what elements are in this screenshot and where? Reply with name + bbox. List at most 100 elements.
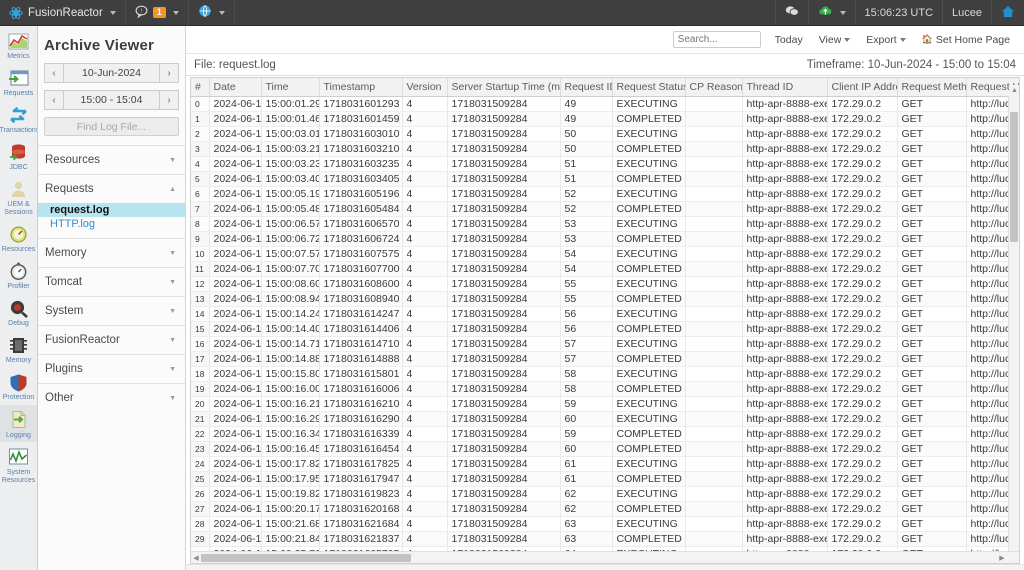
home-button[interactable]	[991, 0, 1024, 25]
table-header-cell[interactable]: Thread ID	[742, 78, 828, 97]
table-row[interactable]: 72024-06-1015:00:05.48617180316054844171…	[191, 201, 1019, 217]
sidebar-item-resources[interactable]: Resources	[0, 219, 37, 256]
metrics-chart-icon	[8, 30, 30, 52]
table-row[interactable]: 262024-06-1015:00:19.8231718031619823417…	[191, 486, 1019, 502]
sidebar-item-requests[interactable]: Requests	[0, 63, 37, 100]
table-cell: 15:00:06.570	[261, 216, 320, 232]
table-cell: 1718031509284	[447, 231, 561, 247]
sidebar-item-system-resources[interactable]: System Resources	[0, 442, 37, 487]
table-header-cell[interactable]: Request Method	[897, 78, 967, 97]
search-input[interactable]	[672, 31, 761, 48]
sidebar-item-uem-sessions[interactable]: UEM & Sessions	[0, 174, 37, 219]
time-value[interactable]: 15:00 - 15:04	[64, 90, 159, 110]
scroll-up-arrow-icon[interactable]: ▲	[1009, 85, 1019, 96]
table-header-cell[interactable]: Server Startup Time (ms)	[447, 78, 561, 97]
table-row[interactable]: 252024-06-1015:00:17.9501718031617947417…	[191, 471, 1019, 487]
table-header-cell[interactable]: Time	[261, 78, 320, 97]
time-prev-button[interactable]: ‹	[44, 90, 64, 110]
today-button[interactable]: Today	[767, 31, 811, 49]
sidebar-item-jdbc[interactable]: JDBC	[0, 137, 37, 174]
table-row[interactable]: 292024-06-1015:00:21.8401718031621837417…	[191, 531, 1019, 547]
globe-menu[interactable]	[189, 0, 235, 25]
table-header-cell[interactable]: Date	[209, 78, 262, 97]
table-row[interactable]: 122024-06-1015:00:08.6001718031608600417…	[191, 276, 1019, 292]
table-row[interactable]: 22024-06-1015:00:03.01217180316030104171…	[191, 126, 1019, 142]
table-horizontal-scrollbar[interactable]: ◀ ▶	[191, 551, 1019, 563]
table-row[interactable]: 152024-06-1015:00:14.4071718031614406417…	[191, 321, 1019, 337]
table-row[interactable]: 242024-06-1015:00:17.8251718031617825417…	[191, 456, 1019, 472]
table-row[interactable]: 82024-06-1015:00:06.57017180316065704171…	[191, 216, 1019, 232]
log-file-request-log[interactable]: request.log	[38, 203, 185, 217]
table-row[interactable]: 142024-06-1015:00:14.2471718031614247417…	[191, 306, 1019, 322]
cloud-menu[interactable]	[807, 0, 855, 25]
sidebar-item-metrics[interactable]: Metrics	[0, 26, 37, 63]
vertical-scroll-thumb[interactable]	[1010, 112, 1018, 242]
table-row[interactable]: 12024-06-1015:00:01.46017180316014594171…	[191, 111, 1019, 127]
messages-button[interactable]	[774, 0, 808, 25]
table-cell: http-apr-8888-exec-10	[742, 216, 828, 232]
alerts-menu[interactable]: ! 1	[126, 0, 189, 25]
export-menu-button[interactable]: Export	[858, 31, 913, 49]
scroll-right-arrow-icon[interactable]: ▶	[997, 552, 1007, 563]
table-row[interactable]: 192024-06-1015:00:16.0071718031616006417…	[191, 381, 1019, 397]
row-index-cell: 24	[191, 456, 210, 472]
accordion-header-plugins[interactable]: Plugins ▼	[38, 355, 185, 383]
date-prev-button[interactable]: ‹	[44, 63, 64, 83]
date-next-button[interactable]: ›	[159, 63, 179, 83]
log-file-http-log[interactable]: HTTP.log	[38, 217, 185, 231]
accordion-header-resources[interactable]: Resources ▼	[38, 146, 185, 174]
table-row[interactable]: 112024-06-1015:00:07.7021718031607700417…	[191, 261, 1019, 277]
accordion-header-other[interactable]: Other ▼	[38, 384, 185, 412]
table-row[interactable]: 92024-06-1015:00:06.72617180316067244171…	[191, 231, 1019, 247]
scroll-left-arrow-icon[interactable]: ◀	[191, 552, 201, 563]
accordion-header-system[interactable]: System ▼	[38, 297, 185, 325]
date-value[interactable]: 10-Jun-2024	[64, 63, 159, 83]
sidebar-item-debug[interactable]: Debug	[0, 293, 37, 330]
table-row[interactable]: 32024-06-1015:00:03.21117180316032104171…	[191, 141, 1019, 157]
brand-menu[interactable]: FusionReactor	[0, 0, 126, 25]
table-header-cell[interactable]: Client IP Address	[827, 78, 898, 97]
table-row[interactable]: 132024-06-1015:00:08.9411718031608940417…	[191, 291, 1019, 307]
table-row[interactable]: 272024-06-1015:00:20.1701718031620168417…	[191, 501, 1019, 517]
table-cell: EXECUTING	[612, 306, 686, 322]
sidebar-item-logging[interactable]: Logging	[0, 404, 37, 442]
accordion-header-requests[interactable]: Requests ▲	[38, 175, 185, 203]
horizontal-scroll-thumb[interactable]	[201, 554, 411, 562]
table-cell: 1718031509284	[447, 321, 561, 337]
table-row[interactable]: 222024-06-1015:00:16.3401718031616339417…	[191, 426, 1019, 442]
instance-label[interactable]: Lucee	[942, 0, 991, 25]
table-cell: COMPLETED	[612, 261, 686, 277]
sidebar-item-transactions[interactable]: Transactions	[0, 100, 37, 137]
table-row[interactable]: 232024-06-1015:00:16.4561718031616454417…	[191, 441, 1019, 457]
view-menu-button[interactable]: View	[811, 31, 859, 49]
table-row[interactable]: 162024-06-1015:00:14.7101718031614710417…	[191, 336, 1019, 352]
sidebar-item-protection[interactable]: Protection	[0, 367, 37, 404]
table-row[interactable]: 02024-06-1015:00:01.29417180316012934171…	[191, 96, 1019, 112]
find-log-file-button[interactable]: Find Log File...	[44, 117, 179, 136]
accordion-header-memory[interactable]: Memory ▼	[38, 239, 185, 267]
table-header-cell[interactable]: Request ID	[560, 78, 613, 97]
table-row[interactable]: 182024-06-1015:00:15.8011718031615801417…	[191, 366, 1019, 382]
table-row[interactable]: 212024-06-1015:00:16.2901718031616290417…	[191, 411, 1019, 427]
sidebar-item-memory[interactable]: Memory	[0, 330, 37, 367]
table-cell: 15:00:03.211	[261, 141, 320, 157]
time-next-button[interactable]: ›	[159, 90, 179, 110]
table-header-cell[interactable]: Timestamp	[319, 78, 403, 97]
table-row[interactable]: 52024-06-1015:00:03.40617180316034054171…	[191, 171, 1019, 187]
table-header-cell[interactable]: CP Reason	[685, 78, 743, 97]
table-row[interactable]: 42024-06-1015:00:03.23517180316032354171…	[191, 156, 1019, 172]
table-header-cell[interactable]: Version	[402, 78, 448, 97]
table-header-cell[interactable]: Request Status	[612, 78, 686, 97]
table-row[interactable]: 172024-06-1015:00:14.8891718031614888417…	[191, 351, 1019, 367]
table-vertical-scrollbar[interactable]: ▲ ▼	[1008, 85, 1019, 562]
sidebar-item-profiler[interactable]: Profiler	[0, 256, 37, 293]
accordion-header-fusionreactor[interactable]: FusionReactor ▼	[38, 326, 185, 354]
accordion-header-tomcat[interactable]: Tomcat ▼	[38, 268, 185, 296]
table-header-cell[interactable]: #	[191, 78, 210, 97]
table-row[interactable]: 62024-06-1015:00:05.19617180316051964171…	[191, 186, 1019, 202]
table-row[interactable]: 202024-06-1015:00:16.2101718031616210417…	[191, 396, 1019, 412]
table-row[interactable]: 102024-06-1015:00:07.5751718031607575417…	[191, 246, 1019, 262]
set-home-page-button[interactable]: 🏠 Set Home Page	[914, 31, 1018, 49]
table-row[interactable]: 282024-06-1015:00:21.6841718031621684417…	[191, 516, 1019, 532]
table-cell: GET	[897, 171, 967, 187]
